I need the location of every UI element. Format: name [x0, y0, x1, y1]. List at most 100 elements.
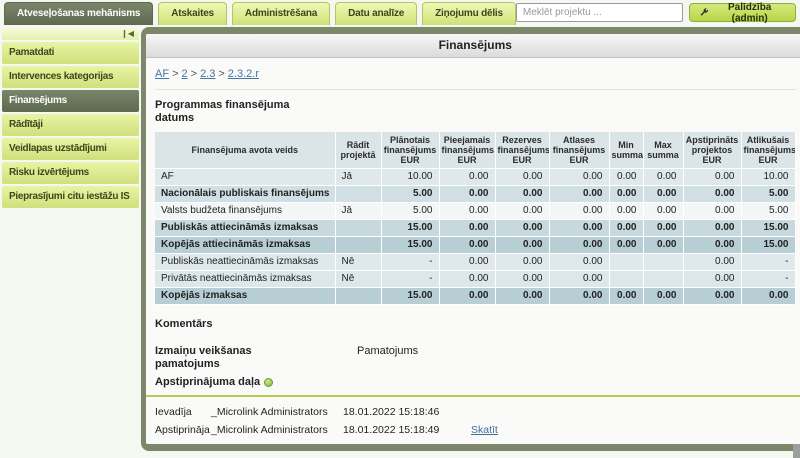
financing-table: Finansējuma avota veidsRādīt projektāPlā… — [155, 132, 796, 305]
show-in-project-cell — [335, 288, 381, 305]
approval-section-label: Apstiprinājuma daļa — [155, 376, 796, 388]
table-row: Kopējās izmaksas15.000.000.000.000.000.0… — [155, 288, 795, 305]
value-cell — [643, 271, 683, 288]
search-input[interactable] — [516, 3, 683, 22]
top-navigation-bar: Atveseļošanas mehānismsAtskaitesAdminist… — [0, 0, 800, 27]
content-frame: Finansējums AF>2>2.3>2.3.2.r Programmas … — [141, 27, 800, 452]
content-panel: Finansējums AF>2>2.3>2.3.2.r Programmas … — [141, 27, 800, 451]
value-cell: 15.00 — [381, 288, 439, 305]
value-cell: 0.00 — [439, 186, 495, 203]
value-cell: 5.00 — [381, 186, 439, 203]
value-cell: 0.00 — [683, 288, 741, 305]
column-header: Plānotais finansējums EUR — [381, 132, 439, 169]
table-row: Kopējās attiecināmās izmaksas15.000.000.… — [155, 237, 795, 254]
value-cell: 10.00 — [381, 169, 439, 186]
column-header: Pieejamais finansējums EUR — [439, 132, 495, 169]
value-cell: 0.00 — [643, 237, 683, 254]
table-row: Publiskās attiecināmās izmaksas15.000.00… — [155, 220, 795, 237]
value-cell: 5.00 — [381, 203, 439, 220]
sidebar-item[interactable]: Intervences kategorijas — [2, 66, 139, 88]
row-name-cell: AF — [155, 169, 335, 186]
value-cell: 15.00 — [381, 220, 439, 237]
value-cell: 0.00 — [549, 288, 609, 305]
value-cell: 0.00 — [495, 220, 549, 237]
approved-at: 18.01.2022 15:18:49 — [343, 421, 471, 439]
row-name-cell: Kopējās attiecināmās izmaksas — [155, 237, 335, 254]
value-cell: 0.00 — [439, 271, 495, 288]
approval-label-text: Apstiprinājuma daļa — [155, 376, 260, 388]
row-name-cell: Privātās neattiecināmās izmaksas — [155, 271, 335, 288]
value-cell: 5.00 — [741, 203, 795, 220]
sidebar-item[interactable]: Pieprasījumi citu iestāžu IS — [2, 186, 139, 208]
entered-by: _Microlink Administrators — [211, 403, 343, 421]
breadcrumb-link[interactable]: 2.3.2.r — [228, 68, 259, 80]
view-link[interactable]: Skatīt — [471, 421, 796, 439]
top-tab[interactable]: Datu analīze — [335, 2, 417, 25]
value-cell: 5.00 — [741, 186, 795, 203]
value-cell: - — [381, 254, 439, 271]
reason-value: Pamatojums — [357, 345, 418, 371]
value-cell: 0.00 — [549, 271, 609, 288]
top-tab[interactable]: Atveseļošanas mehānisms — [4, 2, 153, 25]
top-tab[interactable]: Administrēšana — [232, 2, 330, 25]
approved-row: Apstiprināja _Microlink Administrators 1… — [155, 421, 796, 439]
value-cell: 0.00 — [439, 254, 495, 271]
value-cell: 0.00 — [643, 186, 683, 203]
wrench-icon — [699, 7, 709, 18]
table-row: Valsts budžeta finansējumsJā5.000.000.00… — [155, 203, 795, 220]
show-in-project-cell — [335, 186, 381, 203]
help-button-label: Palīdzība (admin) — [713, 2, 786, 24]
approved-label: Apstiprināja — [155, 421, 211, 439]
help-button[interactable]: Palīdzība (admin) — [689, 3, 796, 22]
page-title: Finansējums — [146, 34, 800, 58]
approved-by: _Microlink Administrators — [211, 421, 343, 439]
value-cell: 0.00 — [439, 237, 495, 254]
row-name-cell: Valsts budžeta finansējums — [155, 203, 335, 220]
collapse-sidebar-icon[interactable]: ❙◀ — [121, 30, 134, 38]
breadcrumb-link[interactable]: AF — [155, 68, 169, 80]
value-cell: 0.00 — [549, 254, 609, 271]
sidebar-item[interactable]: Rādītāji — [2, 114, 139, 136]
value-cell — [643, 254, 683, 271]
column-header: Max summa — [643, 132, 683, 169]
breadcrumb-link[interactable]: 2.3 — [200, 68, 215, 80]
info-icon[interactable] — [264, 378, 273, 387]
breadcrumb-link[interactable]: 2 — [182, 68, 188, 80]
value-cell: - — [741, 271, 795, 288]
resize-corner[interactable] — [793, 444, 800, 458]
column-header: Atlikušais finansējums EUR — [741, 132, 795, 169]
breadcrumb-separator: > — [191, 68, 197, 80]
show-in-project-cell — [335, 237, 381, 254]
sidebar-item[interactable]: Pamatdati — [2, 42, 139, 64]
sidebar-item[interactable]: Veidlapas uzstādījumi — [2, 138, 139, 160]
sidebar-item[interactable]: Finansējums — [2, 90, 139, 112]
value-cell: 0.00 — [549, 186, 609, 203]
row-name-cell: Kopējās izmaksas — [155, 288, 335, 305]
table-header-row: Finansējuma avota veidsRādīt projektāPlā… — [155, 132, 795, 169]
sidebar-header: ❙◀ — [2, 28, 139, 40]
topbar-right: Palīdzība (admin) — [516, 2, 796, 22]
top-tab[interactable]: Ziņojumu dēlis — [422, 2, 516, 25]
value-cell: 0.00 — [609, 288, 643, 305]
value-cell: 0.00 — [683, 186, 741, 203]
value-cell: 0.00 — [549, 220, 609, 237]
row-name-cell: Nacionālais publiskais finansējums — [155, 186, 335, 203]
value-cell: 0.00 — [549, 237, 609, 254]
value-cell: 0.00 — [643, 203, 683, 220]
comment-label: Komentārs — [155, 318, 796, 330]
sidebar-item[interactable]: Risku izvērtējums — [2, 162, 139, 184]
value-cell: 0.00 — [495, 169, 549, 186]
value-cell — [609, 271, 643, 288]
main-layout: ❙◀ PamatdatiIntervences kategorijasFinan… — [0, 27, 800, 452]
value-cell: 15.00 — [381, 237, 439, 254]
value-cell: 0.00 — [683, 169, 741, 186]
value-cell: 0.00 — [741, 288, 795, 305]
sidebar-menu: PamatdatiIntervences kategorijasFinansēj… — [2, 42, 139, 208]
top-tabs: Atveseļošanas mehānismsAtskaitesAdminist… — [4, 2, 516, 25]
value-cell: 0.00 — [549, 169, 609, 186]
table-row: Publiskās neattiecināmās izmaksasNē-0.00… — [155, 254, 795, 271]
top-tab[interactable]: Atskaites — [158, 2, 227, 25]
column-header: Rādīt projektā — [335, 132, 381, 169]
value-cell — [609, 254, 643, 271]
sidebar: ❙◀ PamatdatiIntervences kategorijasFinan… — [0, 27, 141, 452]
